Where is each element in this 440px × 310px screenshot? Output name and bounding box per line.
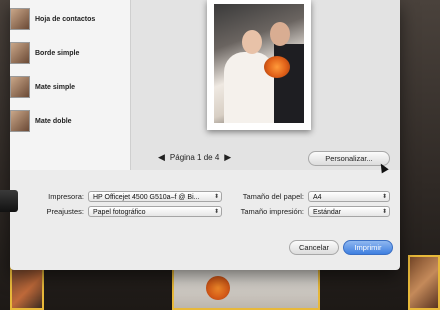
bouquet	[264, 56, 290, 78]
printer-label: Impresora:	[48, 192, 84, 201]
wedding-photo	[214, 4, 304, 123]
theme-thumbnail	[10, 76, 30, 98]
preview-photo	[207, 0, 311, 130]
customize-button[interactable]: Personalizar...	[308, 151, 390, 166]
print-size-value: Estándar	[313, 209, 342, 216]
theme-item-contact-sheet[interactable]: Hoja de contactos	[10, 4, 130, 34]
theme-item-simple-border[interactable]: Borde simple	[10, 38, 130, 68]
print-sheet: Hoja de contactos Borde simple Mate simp…	[0, 0, 400, 270]
theme-label: Hoja de contactos	[35, 15, 96, 23]
prev-page-icon[interactable]: ◀	[158, 152, 165, 163]
printer-icon	[0, 190, 18, 212]
presets-label: Preajustes:	[46, 207, 84, 216]
theme-thumbnail	[10, 110, 30, 132]
background-thumbnail[interactable]	[408, 255, 440, 310]
print-size-select[interactable]: Estándar ⬍	[308, 206, 390, 217]
paper-size-value: A4	[313, 194, 322, 201]
page-navigator: ◀ Página 1 de 4 ▶	[153, 152, 236, 163]
paper-size-label: Tamaño del papel:	[242, 192, 304, 201]
print-preview: ◀ Página 1 de 4 ▶ Personalizar...	[131, 0, 400, 174]
theme-label: Mate doble	[35, 117, 72, 125]
print-button[interactable]: Imprimir	[343, 240, 393, 255]
presets-select[interactable]: Papel fotográfico ⬍	[88, 206, 222, 217]
chevron-updown-icon: ⬍	[213, 209, 219, 215]
theme-label: Mate simple	[35, 83, 76, 91]
theme-item-simple-mat[interactable]: Mate simple	[10, 72, 130, 102]
theme-label: Borde simple	[35, 49, 80, 57]
printer-value: HP Officejet 4500 G510a–f @ Bi...	[93, 194, 200, 201]
print-size-label: Tamaño impresión:	[240, 207, 304, 216]
chevron-updown-icon: ⬍	[213, 194, 219, 200]
next-page-icon[interactable]: ▶	[224, 152, 231, 163]
bride-face	[242, 30, 262, 54]
theme-thumbnail	[10, 8, 30, 30]
theme-thumbnail	[10, 42, 30, 64]
presets-value: Papel fotográfico	[93, 209, 146, 216]
printer-select[interactable]: HP Officejet 4500 G510a–f @ Bi... ⬍	[88, 191, 222, 202]
theme-item-double-mat[interactable]: Mate doble	[10, 106, 130, 136]
chevron-updown-icon: ⬍	[381, 209, 387, 215]
groom-face	[270, 22, 290, 46]
cancel-button[interactable]: Cancelar	[289, 240, 339, 255]
chevron-updown-icon: ⬍	[381, 194, 387, 200]
background-bouquet	[206, 276, 230, 300]
page-indicator: Página 1 de 4	[169, 153, 220, 162]
paper-size-select[interactable]: A4 ⬍	[308, 191, 390, 202]
theme-sidebar: Hoja de contactos Borde simple Mate simp…	[10, 0, 131, 170]
